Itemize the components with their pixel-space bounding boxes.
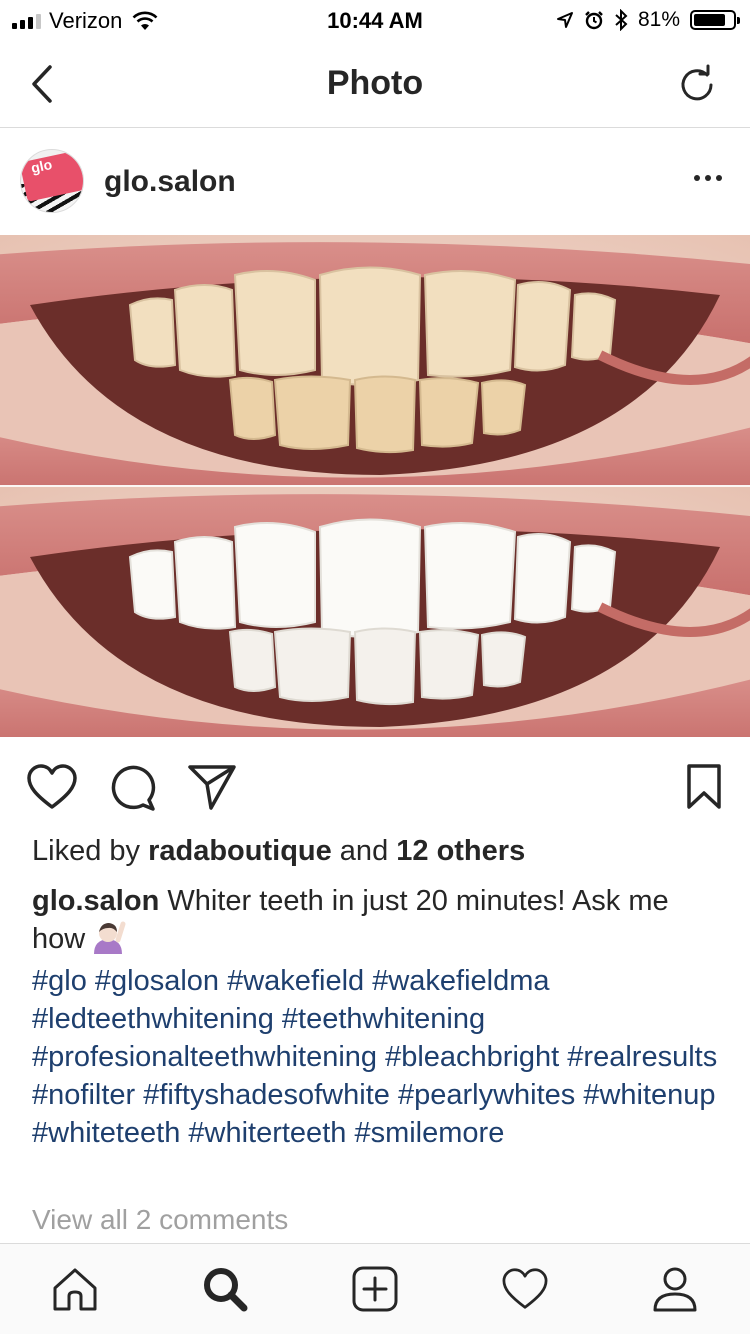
- location-arrow-icon: [556, 12, 573, 28]
- refresh-button[interactable]: [676, 64, 718, 106]
- hashtag-link[interactable]: #wakefieldma: [372, 965, 549, 997]
- status-right: 81%: [556, 8, 740, 32]
- likes-others[interactable]: 12 others: [396, 835, 525, 867]
- more-dot-icon: [716, 175, 722, 181]
- caption-username[interactable]: glo.salon: [32, 885, 159, 917]
- hashtag-link[interactable]: #wakefield: [227, 965, 364, 997]
- hashtag-link[interactable]: #nofilter: [32, 1079, 135, 1111]
- hashtag-link[interactable]: #glosalon: [95, 965, 219, 997]
- person-raising-hand-emoji-icon: [89, 920, 127, 964]
- after-smile-image: [0, 487, 750, 737]
- more-dot-icon: [705, 175, 711, 181]
- search-icon: [204, 1268, 248, 1312]
- home-icon: [53, 1268, 97, 1311]
- hashtag-link[interactable]: #teethwhitening: [282, 1003, 485, 1035]
- refresh-icon: [681, 64, 713, 101]
- hashtag-link[interactable]: #fiftyshadesofwhite: [143, 1079, 390, 1111]
- tab-search[interactable]: [200, 1264, 250, 1314]
- like-button[interactable]: [26, 761, 78, 813]
- bottom-tab-bar: [0, 1243, 750, 1334]
- hashtag-list: #glo #glosalon #wakefield #wakefieldma #…: [32, 962, 732, 1152]
- avatar[interactable]: glo: [20, 149, 84, 213]
- hashtag-link[interactable]: #whiterteeth: [188, 1117, 346, 1149]
- tab-home[interactable]: [50, 1264, 100, 1314]
- battery-icon: [690, 10, 740, 30]
- tab-new-post[interactable]: [350, 1264, 400, 1314]
- status-bar: Verizon 10:44 AM 81%: [0, 0, 750, 40]
- bluetooth-icon: [615, 9, 628, 31]
- paper-plane-icon: [188, 765, 236, 810]
- hashtag-link[interactable]: #bleachbright: [385, 1041, 559, 1073]
- likes-summary[interactable]: Liked by radaboutique and 12 others: [32, 835, 525, 868]
- post-username[interactable]: glo.salon: [104, 165, 236, 199]
- battery-percent: 81%: [637, 8, 680, 31]
- page-title: Photo: [326, 64, 424, 102]
- heart-icon: [502, 1268, 548, 1309]
- liked-by-user[interactable]: radaboutique: [148, 835, 332, 867]
- post-actions: [0, 737, 750, 837]
- alarm-icon: [585, 11, 603, 30]
- hashtag-link[interactable]: #whiteteeth: [32, 1117, 180, 1149]
- share-button[interactable]: [186, 761, 238, 813]
- nav-bar: Photo: [0, 40, 750, 128]
- comment-button[interactable]: [106, 761, 158, 813]
- hashtag-link[interactable]: #profesionalteethwhitening: [32, 1041, 377, 1073]
- more-dot-icon: [694, 175, 700, 181]
- likes-prefix: Liked by: [32, 835, 149, 867]
- likes-middle: and: [331, 835, 397, 867]
- before-smile-image: [0, 235, 750, 485]
- post-caption: glo.salon Whiter teeth in just 20 minute…: [32, 882, 722, 964]
- hashtag-link[interactable]: #ledteethwhitening: [32, 1003, 274, 1035]
- hashtag-link[interactable]: #pearlywhites: [398, 1079, 575, 1111]
- view-all-comments-link[interactable]: View all 2 comments: [32, 1204, 288, 1236]
- tab-activity[interactable]: [500, 1264, 550, 1314]
- post-photo[interactable]: [0, 235, 750, 737]
- hashtag-link[interactable]: #smilemore: [354, 1117, 504, 1149]
- battery-fill: [694, 14, 725, 26]
- profile-icon: [653, 1267, 697, 1312]
- bookmark-icon: [687, 764, 721, 809]
- more-options-button[interactable]: [694, 175, 722, 181]
- tab-profile[interactable]: [650, 1264, 700, 1314]
- hashtag-link[interactable]: #realresults: [567, 1041, 717, 1073]
- save-button[interactable]: [678, 761, 730, 813]
- hashtag-link[interactable]: #whitenup: [583, 1079, 715, 1111]
- hashtag-link[interactable]: #glo: [32, 965, 87, 997]
- heart-icon: [27, 764, 77, 809]
- post-header: glo glo.salon: [0, 129, 750, 235]
- add-post-icon: [352, 1266, 398, 1312]
- comment-bubble-icon: [111, 765, 156, 811]
